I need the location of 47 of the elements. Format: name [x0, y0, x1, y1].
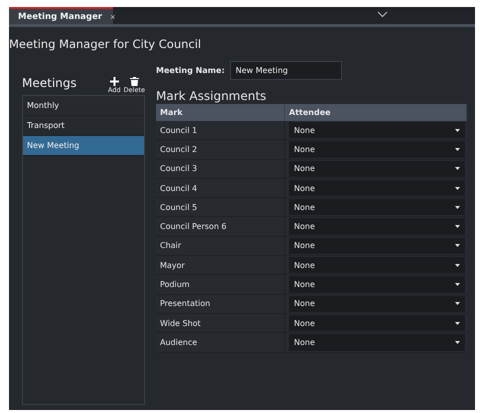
attendee-dropdown[interactable]: None: [289, 199, 465, 216]
table-cell: Council 2: [156, 140, 285, 159]
caret-icon: [455, 283, 460, 286]
caret-icon: [455, 264, 460, 267]
table-cell: Council 1: [156, 121, 285, 140]
table-cell: Council 4: [156, 178, 285, 198]
meetings-heading: Meetings: [22, 76, 77, 90]
field-label: Meeting Name:: [156, 66, 225, 75]
chevron-down-icon[interactable]: [377, 11, 388, 18]
caret-icon: [455, 186, 460, 190]
caret-icon: [455, 302, 460, 306]
caret-icon: [455, 340, 460, 344]
table-cell: Mayor: [156, 256, 285, 274]
attendee-dropdown[interactable]: None: [289, 238, 465, 254]
caret-icon: [455, 322, 460, 325]
attendee-dropdown[interactable]: None: [289, 180, 465, 196]
caret-icon: [455, 167, 460, 170]
page-title: Meeting Manager for City Council: [9, 37, 202, 51]
table-cell: Presentation: [156, 294, 285, 313]
plus-icon: [110, 77, 119, 86]
table-cell: Council 3: [156, 160, 285, 178]
attendee-dropdown[interactable]: None: [289, 276, 465, 293]
attendee-dropdown[interactable]: None: [289, 141, 465, 158]
attendee-dropdown[interactable]: None: [289, 334, 465, 351]
attendee-dropdown[interactable]: None: [289, 122, 465, 138]
document-tab[interactable]: Meeting Manager ×: [9, 7, 113, 24]
table-cell: Council Person 6: [156, 217, 285, 236]
attendee-dropdown[interactable]: None: [289, 257, 465, 274]
section-title: Mark Assignments: [156, 89, 268, 104]
attendee-dropdown[interactable]: None: [289, 314, 465, 332]
table-cell: Podium: [156, 275, 285, 294]
trash-icon: [130, 77, 139, 86]
caret-icon: [455, 225, 460, 228]
meeting-name-field[interactable]: New Meeting: [230, 61, 342, 80]
table-cell: Chair: [156, 236, 285, 256]
attendee-dropdown[interactable]: None: [289, 296, 465, 312]
meeting-item[interactable]: New Meeting: [23, 136, 144, 156]
close-button[interactable]: ×: [110, 12, 116, 22]
table-cell: Audience: [156, 333, 285, 352]
caret-icon: [455, 244, 460, 248]
caret-icon: [455, 148, 460, 151]
caret-icon: [455, 128, 460, 132]
table-cell: Wide Shot: [156, 314, 285, 332]
table-cell: Council 5: [156, 198, 285, 216]
attendee-dropdown[interactable]: None: [289, 218, 465, 235]
caret-icon: [455, 206, 460, 209]
attendee-dropdown[interactable]: None: [289, 160, 465, 177]
